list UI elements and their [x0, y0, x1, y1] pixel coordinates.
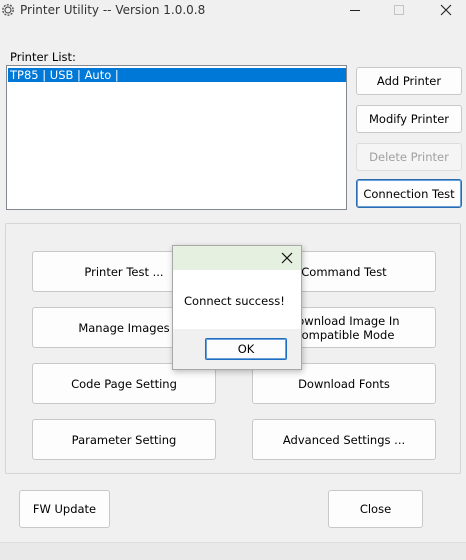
- message-dialog: Connect success! OK: [172, 245, 302, 370]
- parameter-setting-button[interactable]: Parameter Setting: [32, 419, 216, 460]
- connection-test-button[interactable]: Connection Test: [356, 179, 462, 208]
- close-window-button[interactable]: [424, 0, 466, 22]
- printer-list-label: Printer List:: [10, 50, 76, 64]
- close-icon[interactable]: [279, 250, 295, 266]
- delete-printer-button[interactable]: Delete Printer: [356, 143, 462, 171]
- modify-printer-button[interactable]: Modify Printer: [356, 105, 462, 133]
- gear-icon: [0, 2, 16, 18]
- minimize-icon: [349, 4, 361, 19]
- add-printer-button[interactable]: Add Printer: [356, 67, 462, 95]
- title-bar: Printer Utility -- Version 1.0.0.8: [0, 0, 466, 22]
- dialog-message: Connect success!: [184, 294, 285, 308]
- printer-list-item[interactable]: TP85 | USB | Auto |: [8, 68, 346, 82]
- minimize-button[interactable]: [333, 0, 377, 22]
- download-image-label-line2: Compatible Mode: [293, 327, 395, 342]
- close-button[interactable]: Close: [328, 490, 423, 528]
- printer-list[interactable]: TP85 | USB | Auto |: [6, 65, 347, 210]
- ok-button[interactable]: OK: [205, 338, 287, 360]
- advanced-settings-button[interactable]: Advanced Settings ...: [252, 419, 436, 460]
- maximize-icon: [393, 4, 405, 19]
- window-title: Printer Utility -- Version 1.0.0.8: [20, 3, 206, 17]
- bottom-edge: [0, 542, 466, 560]
- close-icon: [440, 4, 452, 19]
- dialog-footer: OK: [173, 329, 301, 369]
- download-image-label-line1: Download Image In: [288, 313, 400, 328]
- fw-update-button[interactable]: FW Update: [19, 490, 110, 528]
- maximize-button[interactable]: [377, 0, 421, 22]
